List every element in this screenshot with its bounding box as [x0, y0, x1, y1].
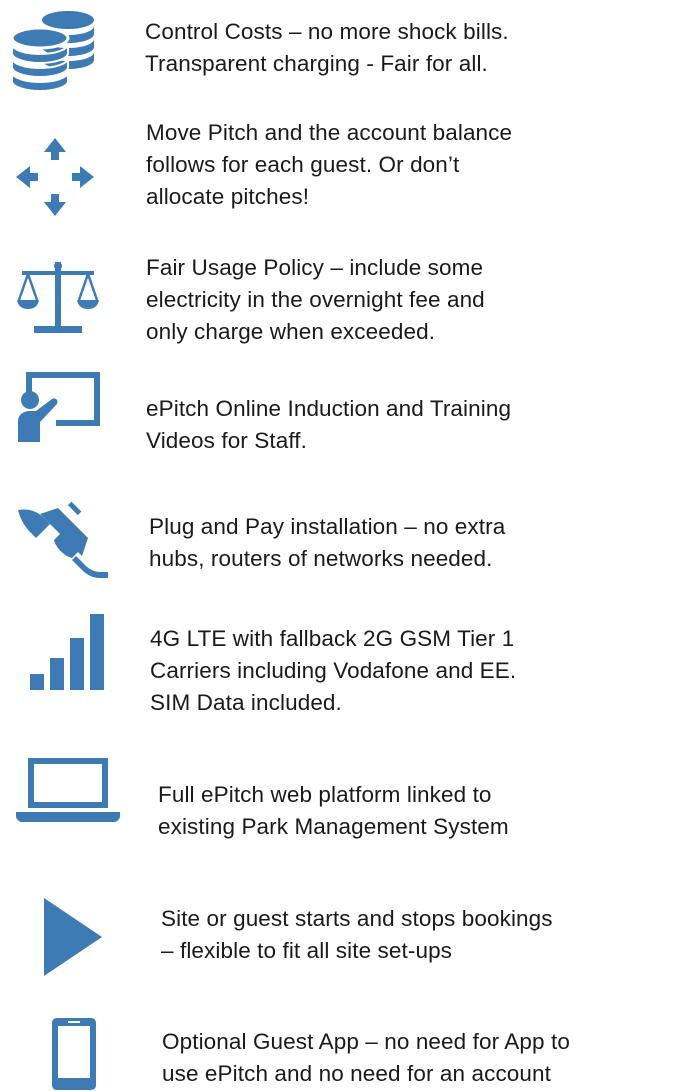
feature-line: hubs, routers of networks needed. [149, 546, 493, 571]
plug-socket-icon [18, 502, 108, 578]
feature-line: follows for each guest. Or don’t [146, 152, 460, 177]
feature-line: Optional Guest App – no need for App to [162, 1029, 570, 1054]
feature-line: use ePitch and no need for an account [162, 1061, 551, 1086]
feature-line: Move Pitch and the account balance [146, 120, 513, 145]
feature-line: only charge when exceeded. [146, 319, 436, 344]
feature-line: existing Park Management System [158, 814, 509, 839]
feature-line: Fair Usage Policy – include some [146, 255, 484, 280]
laptop-icon [16, 758, 120, 822]
feature-line: electricity in the overnight fee and [146, 287, 485, 312]
feature-line: 4G LTE with fallback 2G GSM Tier 1 [150, 626, 515, 651]
feature-line: Carriers including Vodafone and EE. [150, 658, 517, 683]
feature-line: Videos for Staff. [146, 428, 307, 453]
feature-line: ePitch Online Induction and Training [146, 396, 512, 421]
feature-text: ePitch Online Induction and Training Vid… [146, 393, 511, 457]
balance-scale-icon [17, 262, 99, 333]
feature-line: Control Costs – no more shock bills. [145, 19, 509, 44]
feature-text: 4G LTE with fallback 2G GSM Tier 1 Carri… [150, 623, 516, 719]
move-arrows-icon [16, 138, 94, 216]
feature-line: Site or guest starts and stops bookings [161, 906, 553, 931]
feature-text: Move Pitch and the account balance follo… [146, 117, 512, 213]
presentation-training-icon [18, 372, 100, 442]
feature-line: Full ePitch web platform linked to [158, 782, 492, 807]
feature-line: allocate pitches! [146, 184, 310, 209]
feature-line: Transparent charging - Fair for all. [145, 51, 488, 76]
feature-line: – flexible to fit all site set-ups [161, 938, 453, 963]
coins-stack-icon [10, 11, 94, 93]
feature-text: Control Costs – no more shock bills. Tra… [145, 16, 509, 80]
signal-bars-icon [30, 614, 104, 690]
feature-text: Optional Guest App – no need for App to … [162, 1026, 570, 1090]
feature-text: Site or guest starts and stops bookings … [161, 903, 553, 967]
smartphone-icon [52, 1018, 96, 1090]
feature-line: SIM Data included. [150, 690, 342, 715]
feature-text: Full ePitch web platform linked to exist… [158, 779, 509, 843]
feature-text: Plug and Pay installation – no extra hub… [149, 511, 505, 575]
feature-line: Plug and Pay installation – no extra [149, 514, 506, 539]
feature-text: Fair Usage Policy – include some electri… [146, 252, 485, 348]
play-triangle-icon [44, 898, 102, 976]
